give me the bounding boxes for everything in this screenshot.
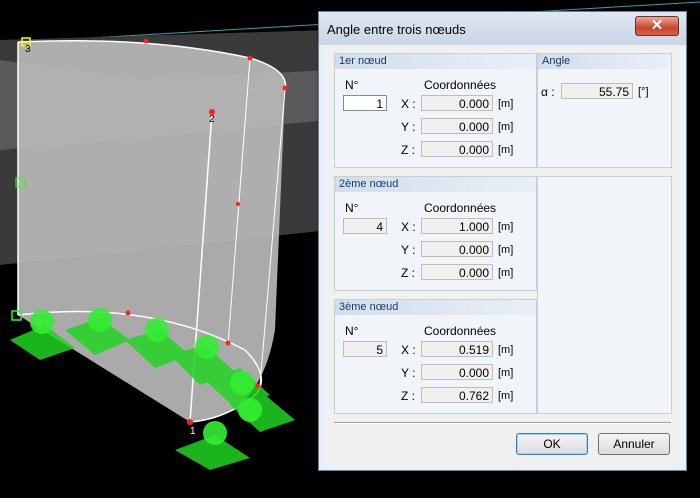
close-button[interactable]: ✕: [635, 16, 679, 36]
node-label-1: 1: [190, 426, 196, 437]
cancel-button[interactable]: Annuler: [598, 433, 670, 455]
node2-y-unit: [m]: [498, 244, 514, 256]
node3-z-field: 0.762: [421, 387, 493, 403]
node1-number-input[interactable]: 1: [343, 95, 387, 111]
alpha-label: α :: [541, 85, 555, 99]
node1-z-label: Z :: [401, 143, 415, 157]
panel-node1-header: 1er nœud: [335, 54, 536, 69]
node2-x-field: 1.000: [421, 218, 493, 234]
node2-number-field[interactable]: 4: [343, 218, 387, 234]
panel-node3: 3ème nœud N° Coordonnées 5 X : 0.519 [m]…: [334, 299, 537, 414]
panel-node1: 1er nœud N° Coordonnées 1 X : 0.000 [m] …: [334, 53, 537, 168]
node3-y-label: Y :: [401, 366, 416, 380]
node1-y-unit: [m]: [498, 121, 514, 133]
node1-z-field: 0.000: [421, 141, 493, 157]
node2-no-label: N°: [345, 201, 359, 215]
node3-coord-label: Coordonnées: [424, 324, 497, 338]
dialog-title: Angle entre trois nœuds: [327, 22, 466, 37]
node1-y-field: 0.000: [421, 118, 493, 134]
node1-no-label: N°: [345, 78, 359, 92]
node2-y-field: 0.000: [421, 241, 493, 257]
alpha-unit: [°]: [638, 86, 649, 98]
node2-z-label: Z :: [401, 266, 415, 280]
panel-node2: 2ème nœud N° Coordonnées 4 X : 1.000 [m]…: [334, 176, 537, 291]
panel-angle: Angle α : 55.75 [°]: [537, 53, 672, 168]
node1-coord-label: Coordonnées: [424, 78, 497, 92]
panel-empty: [537, 176, 672, 414]
alpha-field: 55.75: [561, 83, 633, 99]
node2-z-unit: [m]: [498, 267, 514, 279]
node2-y-label: Y :: [401, 243, 416, 257]
node3-no-label: N°: [345, 324, 359, 338]
node3-z-label: Z :: [401, 389, 415, 403]
node3-number-field[interactable]: 5: [343, 341, 387, 357]
node1-y-label: Y :: [401, 120, 416, 134]
node3-x-label: X :: [401, 343, 416, 357]
dialog-titlebar[interactable]: Angle entre trois nœuds ✕: [319, 12, 686, 45]
node2-coord-label: Coordonnées: [424, 201, 497, 215]
node-label-2: 2: [209, 114, 215, 125]
panel-node3-header: 3ème nœud: [335, 300, 536, 315]
node1-z-unit: [m]: [498, 144, 514, 156]
node2-x-label: X :: [401, 220, 416, 234]
node3-x-field: 0.519: [421, 341, 493, 357]
node1-x-field: 0.000: [421, 95, 493, 111]
node1-x-label: X :: [401, 97, 416, 111]
node3-x-unit: [m]: [498, 344, 514, 356]
node2-z-field: 0.000: [421, 264, 493, 280]
node3-z-unit: [m]: [498, 390, 514, 402]
panel-angle-header: Angle: [538, 54, 671, 69]
close-icon: ✕: [650, 17, 664, 34]
node1-x-unit: [m]: [498, 98, 514, 110]
node3-y-unit: [m]: [498, 367, 514, 379]
node3-y-field: 0.000: [421, 364, 493, 380]
ok-button[interactable]: OK: [516, 433, 588, 455]
dialog-client: 1er nœud N° Coordonnées 1 X : 0.000 [m] …: [326, 45, 679, 464]
node-label-3: 3: [25, 44, 31, 55]
angle-dialog: Angle entre trois nœuds ✕ 1er nœud N° Co…: [318, 11, 687, 471]
node2-x-unit: [m]: [498, 221, 514, 233]
panel-node2-header: 2ème nœud: [335, 177, 536, 192]
button-separator: [334, 422, 671, 424]
